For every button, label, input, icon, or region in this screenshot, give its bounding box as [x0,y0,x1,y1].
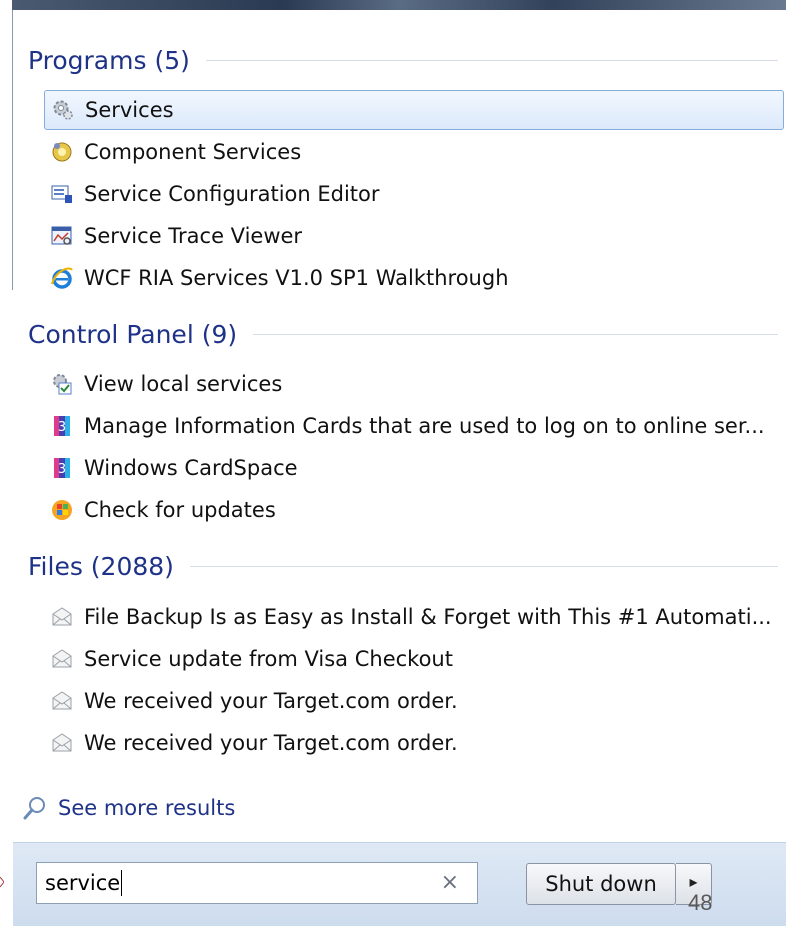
windows-update-icon [50,498,74,522]
shut-down-label: Shut down [545,872,657,896]
config-editor-icon [50,182,74,206]
result-item-check-for-updates[interactable]: Check for updates [44,490,784,530]
result-item-label: Check for updates [84,498,276,522]
result-item-windows-cardspace[interactable]: 3 Windows CardSpace [44,448,784,488]
result-item-service-configuration-editor[interactable]: Service Configuration Editor [44,174,784,214]
result-item-wcf-ria-walkthrough[interactable]: WCF RIA Services V1.0 SP1 Walkthrough [44,258,784,298]
internet-explorer-icon [50,266,74,290]
component-services-icon [50,140,74,164]
window-top-border [12,0,786,10]
envelope-icon [50,647,74,671]
chevron-right-icon: ▸ [689,872,698,891]
cardspace-icon: 3 [50,414,74,438]
result-item-label: Service Trace Viewer [84,224,303,248]
search-icon [22,795,48,821]
cardspace-icon: 3 [50,456,74,480]
result-item-label: Services [85,98,174,122]
see-more-label: See more results [58,796,236,820]
edge-mark [0,872,5,888]
group-divider [253,333,778,335]
result-item-label: Manage Information Cards that are used t… [84,414,765,438]
clear-search-icon[interactable]: × [441,870,459,895]
result-item-manage-information-cards[interactable]: 3 Manage Information Cards that are used… [44,406,784,446]
search-input[interactable]: service × [36,862,478,904]
result-item-target-order-1[interactable]: We received your Target.com order. [44,681,784,721]
page-number: 48 [688,890,713,915]
envelope-icon [50,605,74,629]
result-item-label: We received your Target.com order. [84,731,458,755]
result-item-service-trace-viewer[interactable]: Service Trace Viewer [44,216,784,256]
group-header-label: Programs (5) [28,45,190,75]
shut-down-button[interactable]: Shut down [526,863,676,905]
group-divider [189,565,778,567]
result-item-file-backup[interactable]: File Backup Is as Easy as Install & Forg… [44,597,784,637]
result-item-label: We received your Target.com order. [84,689,458,713]
result-item-label: Component Services [84,140,302,164]
group-header-label: Files (2088) [28,551,174,581]
trace-viewer-icon [50,224,74,248]
group-header-label: Control Panel (9) [28,319,238,349]
result-item-label: WCF RIA Services V1.0 SP1 Walkthrough [84,266,509,290]
result-item-services[interactable]: Services [44,90,784,130]
result-item-target-order-2[interactable]: We received your Target.com order. [44,723,784,763]
result-item-component-services[interactable]: Component Services [44,132,784,172]
see-more-results-link[interactable]: See more results [22,790,235,826]
admin-tools-icon [50,372,74,396]
result-item-label: View local services [84,372,283,396]
envelope-icon [50,689,74,713]
result-item-label: Service update from Visa Checkout [84,647,453,671]
result-item-visa-checkout[interactable]: Service update from Visa Checkout [44,639,784,679]
group-header-programs[interactable]: Programs (5) [28,40,778,80]
result-item-label: File Backup Is as Easy as Install & Forg… [84,605,772,629]
search-input-value: service [45,871,121,895]
svg-text:3: 3 [58,462,66,477]
group-divider [205,59,778,61]
svg-text:3: 3 [58,420,66,435]
services-gear-icon [51,98,75,122]
result-item-label: Service Configuration Editor [84,182,380,206]
text-caret [121,870,123,896]
group-header-control-panel[interactable]: Control Panel (9) [28,314,778,354]
group-header-files[interactable]: Files (2088) [28,546,778,586]
envelope-icon [50,731,74,755]
result-item-view-local-services[interactable]: View local services [44,364,784,404]
result-item-label: Windows CardSpace [84,456,298,480]
